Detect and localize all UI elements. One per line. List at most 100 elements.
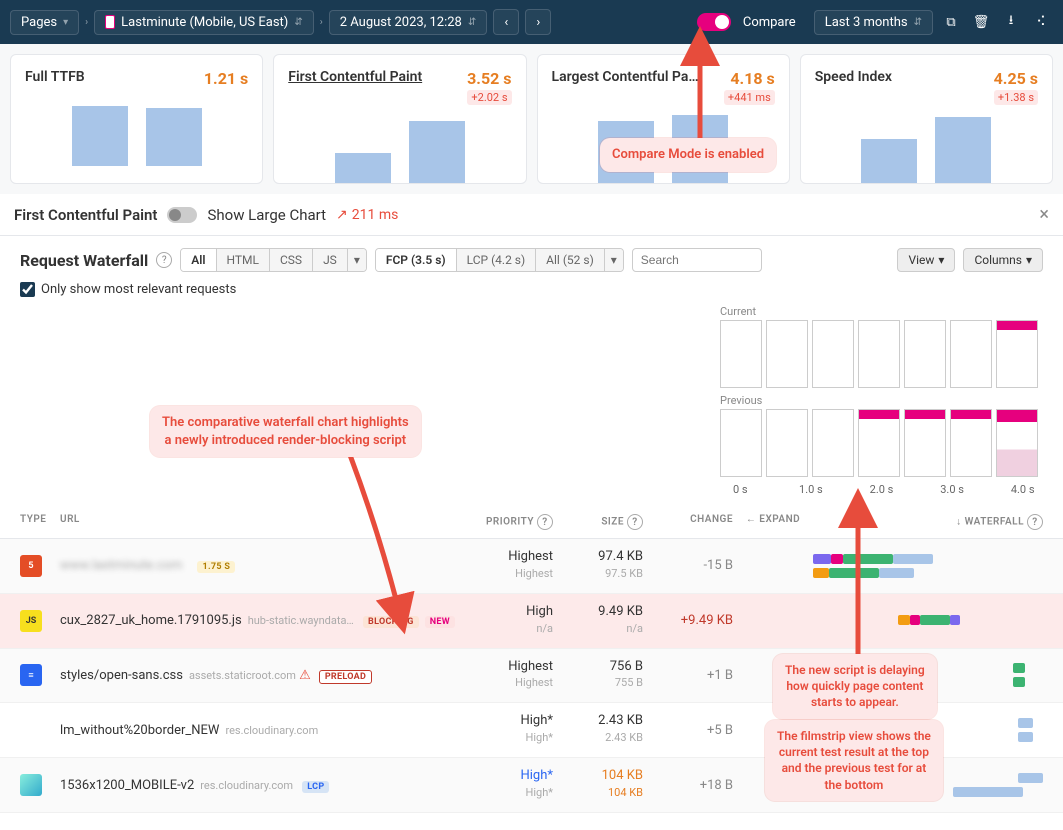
col-type[interactable]: TYPE [20,514,60,530]
trend-value: 211 ms [352,207,399,223]
bar [335,153,391,183]
section-title: First Contentful Paint [14,206,157,224]
thumb[interactable] [904,409,946,477]
filter-phase-more[interactable]: ▾ [605,249,623,271]
filter-lcp[interactable]: LCP (4.2 s) [457,249,537,271]
badge-lcp: LCP [302,781,329,793]
thumb[interactable] [950,320,992,388]
prev-button[interactable]: ‹ [493,9,519,35]
url-domain: assets.staticroot.com [189,669,296,682]
thumb[interactable] [766,320,808,388]
site-dropdown[interactable]: Lastminute (Mobile, US East) ⇵ [94,10,314,35]
thumb[interactable] [720,320,762,388]
filter-fcp[interactable]: FCP (3.5 s) [376,249,457,271]
mobile-icon [105,15,115,29]
card-value: 4.18 s [730,69,774,88]
help-icon[interactable]: ? [537,514,553,530]
table-row[interactable]: JS cux_2827_uk_home.1791095.jshub-static… [0,594,1063,649]
help-icon[interactable]: ? [156,252,172,268]
top-nav: Pages ▾ › Lastminute (Mobile, US East) ⇵… [0,0,1063,44]
bar [935,117,991,183]
tick: 0 s [720,483,761,496]
pages-dropdown[interactable]: Pages ▾ [10,10,79,35]
thumb[interactable] [950,409,992,477]
card-value: 3.52 s [467,69,511,88]
checkbox-input[interactable] [20,282,35,297]
js-icon: JS [20,610,42,632]
help-icon[interactable]: ? [1027,514,1043,530]
range-dropdown[interactable]: Last 3 months ⇵ [814,10,933,35]
download-icon[interactable]: ⭳ [999,10,1023,34]
thumb[interactable] [720,409,762,477]
size-prev: n/a [626,622,643,635]
thumb[interactable] [812,409,854,477]
size-value: 2.43 KB [598,713,643,728]
only-relevant-checkbox[interactable]: Only show most relevant requests [20,282,1043,297]
large-chart-label[interactable]: Show Large Chart [207,206,326,224]
waterfall-controls: Request Waterfall ? All HTML CSS JS ▾ FC… [0,236,1063,305]
columns-dropdown[interactable]: Columns ▾ [963,248,1043,272]
col-priority[interactable]: PRIORITY ? [463,514,553,530]
priority-prev: n/a [536,622,553,635]
arrow-icon [340,445,420,629]
col-size[interactable]: SIZE ? [553,514,643,530]
close-icon[interactable]: × [1039,204,1049,225]
card-delta: +1.38 s [994,90,1038,105]
card-fcp[interactable]: First Contentful Paint 3.52 s +2.02 s [273,54,526,184]
thumb[interactable] [996,409,1038,477]
change-value: +1 B [643,668,733,683]
breadcrumb-chevron: › [85,17,88,28]
url-text: www.lastminute.com [60,558,182,573]
card-full-ttfb[interactable]: Full TTFB 1.21 s [10,54,263,184]
thumb[interactable] [996,320,1038,388]
thumb[interactable] [812,320,854,388]
col-change[interactable]: CHANGE [643,514,733,530]
help-icon[interactable]: ? [627,514,643,530]
search-input[interactable] [632,248,762,272]
date-dropdown[interactable]: 2 August 2023, 12:28 ⇵ [329,10,488,35]
trash-icon[interactable]: 🗑 [969,10,993,34]
tick: 3.0 s [932,483,973,496]
thumb[interactable] [858,320,900,388]
size-value: 9.49 KB [598,604,643,619]
tick: 4.0 s [1002,483,1043,496]
filter-js[interactable]: JS [313,249,348,271]
filter-more[interactable]: ▾ [348,249,366,271]
trend-up-icon: ↗ [336,207,348,223]
pages-label: Pages [21,15,57,30]
col-expand[interactable]: ← EXPAND [733,514,813,530]
view-dropdown[interactable]: View ▾ [897,248,955,272]
img-icon [20,774,42,796]
card-speed-index[interactable]: Speed Index 4.25 s +1.38 s [800,54,1053,184]
next-button[interactable]: › [525,9,551,35]
card-bars [815,113,1038,183]
size-value: 756 B [610,659,643,674]
arrow-icon [680,38,720,152]
chevron-down-icon: ▾ [63,17,68,28]
filter-all[interactable]: All [181,249,216,271]
share-icon[interactable]: ⠪ [1029,10,1053,34]
change-value: -15 B [643,558,733,573]
filter-all-time[interactable]: All (52 s) [536,249,605,271]
thumb[interactable] [858,409,900,477]
large-chart-toggle[interactable] [167,207,197,223]
compare-toggle[interactable] [697,13,731,31]
warning-icon: ⚠ [299,668,311,683]
phase-filter-group: FCP (3.5 s) LCP (4.2 s) All (52 s) ▾ [375,248,624,272]
filmstrip-current [720,320,1043,388]
tick: 2.0 s [861,483,902,496]
filter-css[interactable]: CSS [270,249,313,271]
filter-html[interactable]: HTML [217,249,271,271]
external-link-icon[interactable]: ⧉ [939,10,963,34]
card-title: Full TTFB [25,69,85,85]
table-row[interactable]: 5 www.lastminute.com 1.75 S HighestHighe… [0,539,1063,594]
thumb[interactable] [904,320,946,388]
url-domain: res.cloudinary.com [200,779,293,792]
callout-waterfall: The comparative waterfall chart highligh… [150,406,421,457]
priority-prev: High* [526,731,554,744]
size-value: 104 KB [602,768,643,783]
url-text: lm_without%20border_NEW [60,723,219,738]
size-prev: 2.43 KB [605,731,643,744]
thumb[interactable] [766,409,808,477]
badge-new: NEW [425,616,455,628]
